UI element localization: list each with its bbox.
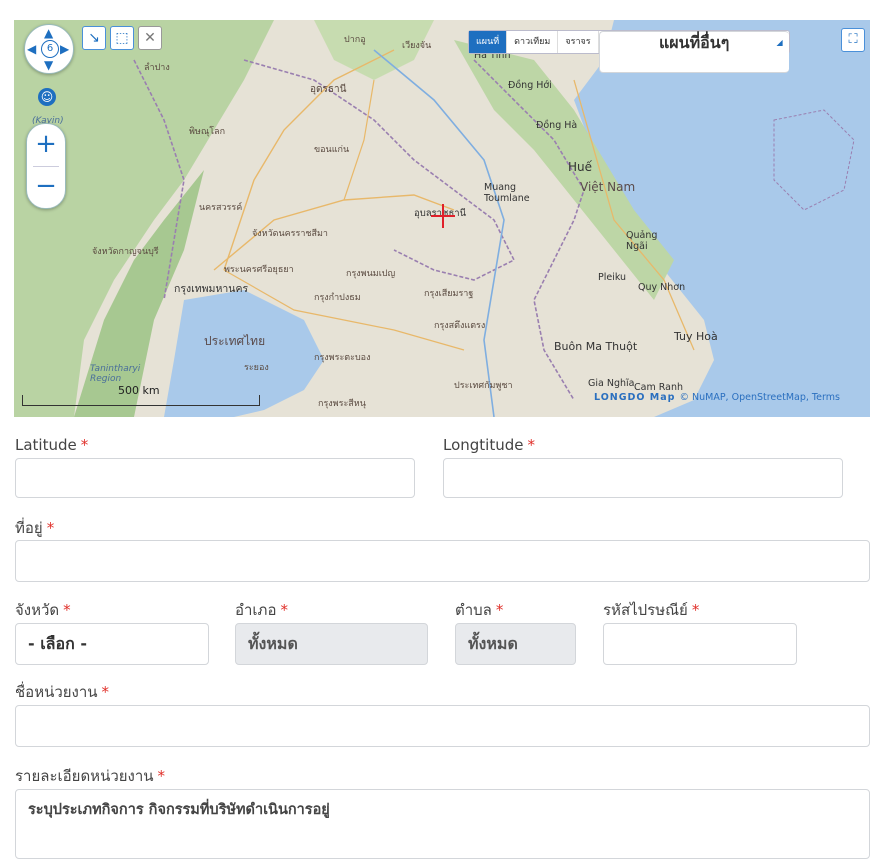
map-label: อุดรธานี (310, 84, 347, 95)
zoom-control[interactable]: + − (26, 123, 66, 209)
center-crosshair-icon (431, 215, 455, 217)
zoom-out-icon[interactable]: − (27, 166, 65, 206)
org-name-label: ชื่อหน่วยงาน * (15, 680, 109, 704)
map-label: Tuy Hoà (674, 330, 718, 343)
map-label: จังหวัดนครราชสีมา (252, 229, 328, 239)
org-detail-textarea[interactable]: ระบุประเภทกิจการ กิจกรรมที่บริษัทดำเนินก… (15, 789, 870, 859)
map-label: ประเทศกัมพูชา (454, 381, 513, 391)
map-label: นครสวรรค์ (199, 203, 243, 213)
province-select[interactable]: - เลือก - (15, 623, 209, 665)
clear-icon[interactable]: ✕ (138, 26, 162, 50)
map-label: จังหวัดกาญจนบุรี (92, 247, 159, 257)
map-label: อุบลราชธานี (414, 208, 467, 219)
map-label: Đồng Hới (508, 80, 552, 91)
map-type-traffic[interactable]: จราจร (558, 31, 599, 53)
district-label-text: อำเภอ (235, 601, 277, 619)
fullscreen-icon[interactable]: ⛶ (841, 28, 865, 52)
longdo-logo: LONGDO Map (594, 392, 676, 403)
pan-left-icon[interactable]: ◀ (27, 43, 36, 55)
longitude-label: Longtitude * (443, 436, 535, 454)
map-label: Quảng Ngãi (626, 230, 658, 252)
pan-up-icon[interactable]: ▲ (44, 27, 53, 39)
map-label: พระนครศรีอยุธยา (224, 265, 294, 275)
longitude-label-text: Longtitude (443, 436, 524, 454)
map-label: Pleiku (598, 272, 627, 283)
map-label: กรุงสตึงแตรง (434, 321, 486, 331)
latitude-label-text: Latitude (15, 436, 77, 454)
map-label: กรุงเทพมหานคร (174, 283, 249, 295)
postcode-label: รหัสไปรษณีย์ * (603, 598, 699, 622)
subdistrict-label: ตำบล * (455, 598, 503, 622)
draw-line-icon[interactable]: ↘ (82, 26, 106, 50)
postcode-label-text: รหัสไปรษณีย์ (603, 601, 688, 619)
district-label: อำเภอ * (235, 598, 288, 622)
latitude-input[interactable] (15, 458, 415, 498)
subdistrict-label-text: ตำบล (455, 601, 492, 619)
map-label: กรุงพนมเปญ (346, 269, 396, 279)
draw-polygon-icon[interactable]: ⬚ (110, 26, 134, 50)
map-type-map[interactable]: แผนที่ (469, 31, 508, 53)
map-label: Gia Nghĩa (588, 378, 635, 389)
required-mark: * (63, 601, 71, 619)
required-mark: * (80, 436, 89, 454)
attribution-links[interactable]: © NuMAP, OpenStreetMap, Terms (679, 392, 839, 403)
map-label: กรุงกำปงธม (314, 293, 361, 303)
longitude-input[interactable] (443, 458, 843, 498)
scale-label: 500 km (118, 384, 160, 397)
address-label: ที่อยู่ * (15, 516, 54, 540)
map-label: ระยอง (244, 363, 269, 373)
accessibility-icon[interactable]: ☺ (38, 88, 56, 106)
province-label-text: จังหวัด (15, 601, 60, 619)
latitude-label: Latitude * (15, 436, 88, 454)
district-select[interactable]: ทั้งหมด (235, 623, 428, 665)
map-label: ประเทศไทย (204, 334, 266, 348)
org-detail-label-text: รายละเอียดหน่วยงาน (15, 767, 154, 785)
map-label: กรุงพระตะบอง (314, 353, 371, 363)
map-view[interactable]: ปากอู ลำปาง พิษณุโลก นครสวรรค์ กรุงเทพมห… (14, 20, 870, 417)
other-maps-dropdown[interactable]: แผนที่อื่นๆ ◢ (598, 31, 789, 73)
map-label: Muang Toumlane (484, 182, 530, 204)
map-label: พิษณุโลก (189, 127, 226, 137)
other-maps-label: แผนที่อื่นๆ (658, 33, 730, 52)
required-mark: * (691, 601, 700, 619)
map-label: ขอนแก่น (314, 145, 350, 155)
map-label: Đồng Hà (536, 120, 578, 131)
address-label-text: ที่อยู่ (15, 519, 43, 537)
zoom-level-indicator: 6 (41, 40, 59, 58)
map-type-satellite[interactable]: ดาวเทียม (507, 31, 559, 53)
subdistrict-select[interactable]: ทั้งหมด (455, 623, 576, 665)
map-attribution: LONGDO Map © NuMAP, OpenStreetMap, Terms (594, 392, 840, 403)
required-mark: * (101, 683, 110, 701)
org-detail-label: รายละเอียดหน่วยงาน * (15, 764, 165, 788)
map-label: Buôn Ma Thuột (554, 340, 638, 353)
map-label: Huế (568, 160, 593, 174)
map-type-switcher[interactable]: แผนที่ ดาวเทียม จราจร แผนที่อื่นๆ ◢ (468, 30, 790, 73)
required-mark: * (157, 767, 166, 785)
map-pan-control[interactable]: ▲ ▼ ◀ ▶ 6 (24, 24, 74, 74)
address-input[interactable] (15, 540, 870, 582)
map-label: Việt Nam (580, 180, 636, 194)
required-mark: * (280, 601, 288, 619)
map-label: ปากอู (344, 35, 366, 45)
map-label: ลำปาง (144, 63, 170, 73)
org-name-input[interactable] (15, 705, 870, 747)
zoom-in-icon[interactable]: + (27, 124, 65, 164)
map-label: Quy Nhơn (638, 282, 686, 293)
province-label: จังหวัด * (15, 598, 71, 622)
pan-down-icon[interactable]: ▼ (44, 59, 53, 71)
map-label: Tanintharyi Region (90, 364, 141, 384)
postcode-input[interactable] (603, 623, 797, 665)
required-mark: * (495, 601, 504, 619)
required-mark: * (527, 436, 536, 454)
org-name-label-text: ชื่อหน่วยงาน (15, 683, 98, 701)
map-label: เวียงจัน (402, 41, 432, 51)
dropdown-caret-icon: ◢ (776, 38, 783, 47)
pan-right-icon[interactable]: ▶ (60, 43, 69, 55)
map-label: กรุงพระสีหนุ (318, 399, 366, 409)
map-label: กรุงเสียมราฐ (424, 289, 474, 299)
required-mark: * (46, 519, 55, 537)
